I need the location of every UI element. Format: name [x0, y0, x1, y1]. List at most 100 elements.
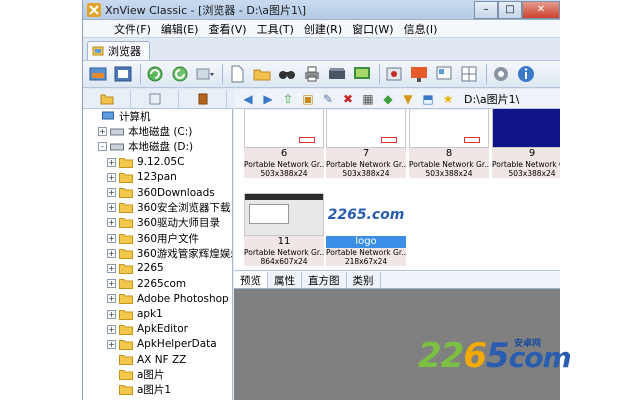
menu-view[interactable]: 查看(V) [203, 21, 251, 37]
folders-tab-icon[interactable] [83, 89, 131, 108]
tree-item[interactable]: + apk1 [83, 306, 232, 321]
tree-item[interactable]: +123pan [83, 170, 232, 185]
thumbnail-item[interactable]: 6 Portable Network Gr... 503x388x24 [244, 109, 324, 178]
tree-item-label: 360安全浏览器下载 [137, 202, 231, 215]
tab-histogram[interactable]: 直方图 [302, 272, 347, 288]
tab-properties[interactable]: 属性 [268, 272, 302, 288]
menu-info[interactable]: 信息(I) [399, 21, 443, 37]
tree-item[interactable]: + 本地磁盘 (C:) [83, 124, 232, 139]
tree-item-label: 360用户文件 [137, 232, 200, 245]
tree-expander-icon[interactable]: + [107, 248, 116, 258]
scanner-icon[interactable] [326, 63, 348, 85]
thumbnail-item[interactable]: 7 Portable Network Gr... 503x388x24 [326, 109, 406, 178]
delete-icon[interactable]: ✖ [340, 91, 356, 107]
tree-item-label: 360Downloads [137, 186, 215, 199]
tree-item-label: 2265com [137, 277, 187, 290]
tree-item[interactable]: +2265com [83, 276, 232, 291]
drive-icon [110, 128, 124, 136]
menu-create[interactable]: 创建(R) [299, 21, 347, 37]
tree-item[interactable]: + ApkEditor [83, 322, 232, 337]
tab-browser[interactable]: 浏览器 [87, 41, 150, 60]
menu-edit[interactable]: 编辑(E) [156, 21, 204, 37]
convert-icon[interactable] [408, 63, 430, 85]
thumbnail-dim: 864x607x24 [244, 257, 324, 266]
tree-item[interactable]: +2265 [83, 261, 232, 276]
thumbnail-num: 11 [244, 236, 324, 248]
capture-icon[interactable] [383, 63, 405, 85]
tree-expander-icon[interactable]: + [107, 324, 116, 334]
forward-icon[interactable]: ▶ [260, 91, 276, 107]
address-path[interactable]: D:\a图片1\ [464, 91, 519, 107]
tree-expander-icon[interactable]: + [107, 172, 116, 182]
tree-item[interactable]: +9.12.05C [83, 155, 232, 170]
tree-expander-icon[interactable]: + [107, 294, 116, 304]
tree-item[interactable]: AX NF ZZ [83, 352, 232, 367]
tree-expander-icon[interactable]: + [98, 127, 107, 137]
thumbnail-item[interactable]: 9Portable Network Gr...503x388x24 [492, 109, 560, 178]
tree-expander-icon[interactable]: + [107, 339, 116, 349]
tree-expander-icon[interactable]: + [107, 263, 116, 273]
fullscreen-icon[interactable] [112, 63, 134, 85]
open-folder-icon[interactable] [251, 63, 273, 85]
presentation-icon[interactable] [433, 63, 455, 85]
categories-tab-icon[interactable] [179, 89, 227, 108]
close-button[interactable]: ✕ [522, 0, 560, 19]
view-mode-icon[interactable]: ▦ [360, 91, 376, 107]
tree-item[interactable]: + Adobe Photoshop [83, 291, 232, 306]
menu-file[interactable]: 文件(F) [109, 21, 156, 37]
print-icon[interactable] [301, 63, 323, 85]
up-folder-icon[interactable]: ⇧ [280, 91, 296, 107]
tree-item[interactable]: +360安全浏览器下载 [83, 200, 232, 215]
favorite-star-icon[interactable]: ★ [440, 91, 456, 107]
thumbnail-type: Portable Network Gr... [409, 160, 489, 169]
sort-icon[interactable]: ◆ [380, 91, 396, 107]
thumbnail-item[interactable]: 2265.com logo Portable Network Gr... 218x67… [326, 193, 406, 266]
tree-expander-icon[interactable]: + [107, 157, 116, 167]
minimize-button[interactable]: – [474, 0, 498, 19]
preview-tabs: 预览 属性 直方图 类别 [234, 272, 560, 289]
new-folder-icon[interactable]: ▣ [300, 91, 316, 107]
tree-item[interactable]: 计算机 [83, 109, 232, 124]
tree-expander-icon[interactable]: + [107, 203, 116, 213]
favorites-tab-icon[interactable] [131, 89, 179, 108]
thumbnail-item[interactable]: 11 Portable Network Gr... 864x607x24 [244, 193, 324, 266]
refresh-icon[interactable] [144, 63, 166, 85]
menu-tools[interactable]: 工具(T) [252, 21, 299, 37]
tree-item[interactable]: a图片1 [83, 382, 232, 397]
maximize-button[interactable]: □ [498, 0, 522, 19]
edit-icon[interactable]: ✎ [320, 91, 336, 107]
tree-expander-icon[interactable]: - [98, 142, 107, 152]
tree-expander-icon[interactable]: + [107, 279, 116, 289]
tree-item[interactable]: +360用户文件 [83, 231, 232, 246]
back-icon[interactable]: ◀ [240, 91, 256, 107]
thumbnail-item[interactable]: 8 Portable Network Gr... 503x388x24 [409, 109, 489, 178]
filter-icon[interactable]: ▼ [400, 91, 416, 107]
tab-category[interactable]: 类别 [347, 272, 381, 288]
info-icon[interactable] [515, 63, 537, 85]
tree-item[interactable]: +360驱动大师目录 [83, 215, 232, 230]
image-dropdown-icon[interactable] [194, 63, 216, 85]
drive-icon [110, 143, 124, 151]
mark-icon[interactable]: ⬒ [420, 91, 436, 107]
browser-icon[interactable] [87, 63, 109, 85]
new-file-icon[interactable] [226, 63, 248, 85]
tree-item[interactable]: +360Downloads [83, 185, 232, 200]
tree-item[interactable]: +360游戏管家辉煌娱乐 [83, 246, 232, 261]
tree-item[interactable]: + ApkHelperData [83, 337, 232, 352]
menu-window[interactable]: 窗口(W) [347, 21, 398, 37]
folder-icon [119, 309, 133, 320]
tree-expander-icon[interactable]: + [107, 218, 116, 228]
tab-preview[interactable]: 预览 [234, 272, 268, 288]
tree-item[interactable]: - 本地磁盘 (D:) [83, 139, 232, 154]
find-icon[interactable] [276, 63, 298, 85]
tree-expander-icon[interactable]: + [107, 188, 116, 198]
tree-expander-icon[interactable]: + [107, 309, 116, 319]
toolbar-separator [140, 64, 141, 84]
thumbnail-type: Portable Network Gr... [326, 160, 406, 169]
sync-icon[interactable] [169, 63, 191, 85]
tree-expander-icon[interactable]: + [107, 233, 116, 243]
grid-icon[interactable] [458, 63, 480, 85]
settings-icon[interactable] [490, 63, 512, 85]
slideshow-icon[interactable] [351, 63, 373, 85]
tree-item[interactable]: a图片 [83, 367, 232, 382]
